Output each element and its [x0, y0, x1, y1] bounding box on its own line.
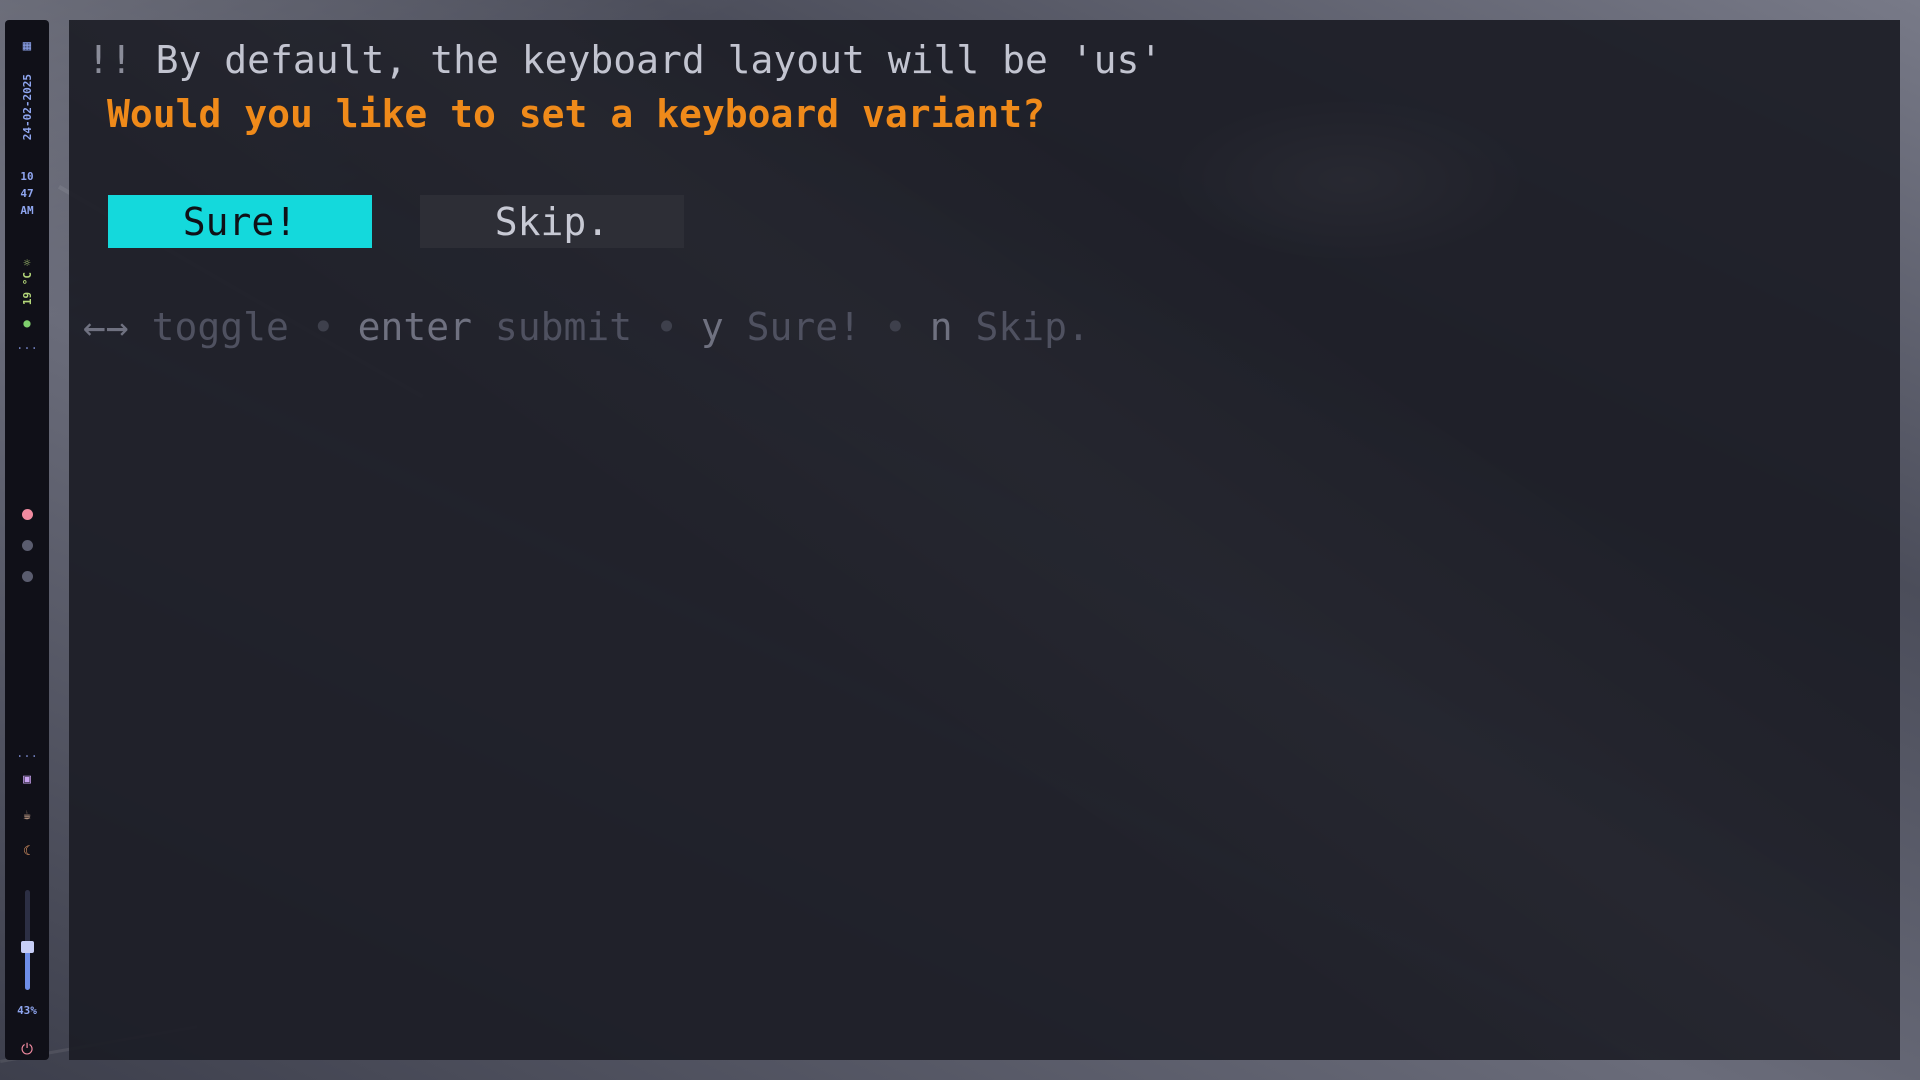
help-key-enter: enter	[357, 305, 472, 349]
sun-icon: ☼	[23, 256, 31, 270]
network-icon[interactable]: ▣	[5, 772, 49, 787]
brightness-label: 43%	[17, 1004, 37, 1017]
help-desc-skip: Skip.	[975, 305, 1090, 349]
notice-line: !! By default, the keyboard layout will …	[87, 38, 1162, 82]
workspace-dot[interactable]	[22, 540, 33, 551]
clock: 10 47 AM	[5, 168, 49, 219]
more-icon[interactable]: ...	[5, 338, 49, 352]
help-key-n: n	[929, 305, 953, 349]
workspace-dot[interactable]	[22, 571, 33, 582]
clock-hour: 10	[20, 170, 34, 183]
help-key-y: y	[700, 305, 724, 349]
help-desc-toggle: toggle	[151, 305, 289, 349]
brightness-fill	[25, 947, 30, 990]
help-key-toggle: ←→	[83, 305, 129, 349]
tray-more-icon[interactable]: ...	[5, 746, 49, 760]
sure-button[interactable]: Sure!	[108, 195, 372, 248]
question-text: Would you like to set a keyboard variant…	[107, 92, 1045, 136]
terminal-window: !! By default, the keyboard layout will …	[69, 20, 1900, 1060]
help-desc-sure: Sure!	[746, 305, 862, 349]
help-desc-submit: submit	[494, 305, 633, 349]
skip-button[interactable]: Skip.	[420, 195, 684, 248]
notice-text: By default, the keyboard layout will be …	[155, 38, 1163, 82]
clock-ampm: AM	[20, 204, 34, 217]
help-line: ←→ toggle • enter submit • y Sure! • n S…	[83, 305, 1090, 349]
leaf-icon[interactable]: ●	[5, 316, 49, 330]
help-separator: •	[655, 305, 678, 349]
grid-icon[interactable]: ▦	[5, 38, 49, 54]
temperature-label: 19 °C	[20, 272, 34, 306]
help-separator: •	[883, 305, 907, 349]
brightness-slider[interactable]	[21, 890, 34, 990]
night-light-icon[interactable]: ☾	[5, 844, 49, 859]
help-separator: •	[311, 305, 335, 349]
notice-prefix: !!	[87, 38, 133, 82]
coffee-icon[interactable]: ☕	[5, 808, 49, 823]
side-panel: ▦ 24-02-2025 10 47 AM ☼ 19 °C ● ... ... …	[5, 20, 49, 1060]
workspace-dot-active[interactable]	[22, 509, 33, 520]
date-label: 24-02-2025	[20, 74, 34, 141]
power-icon[interactable]: ⏻	[5, 1040, 49, 1058]
clock-minute: 47	[20, 187, 34, 200]
brightness-knob[interactable]	[21, 941, 34, 953]
